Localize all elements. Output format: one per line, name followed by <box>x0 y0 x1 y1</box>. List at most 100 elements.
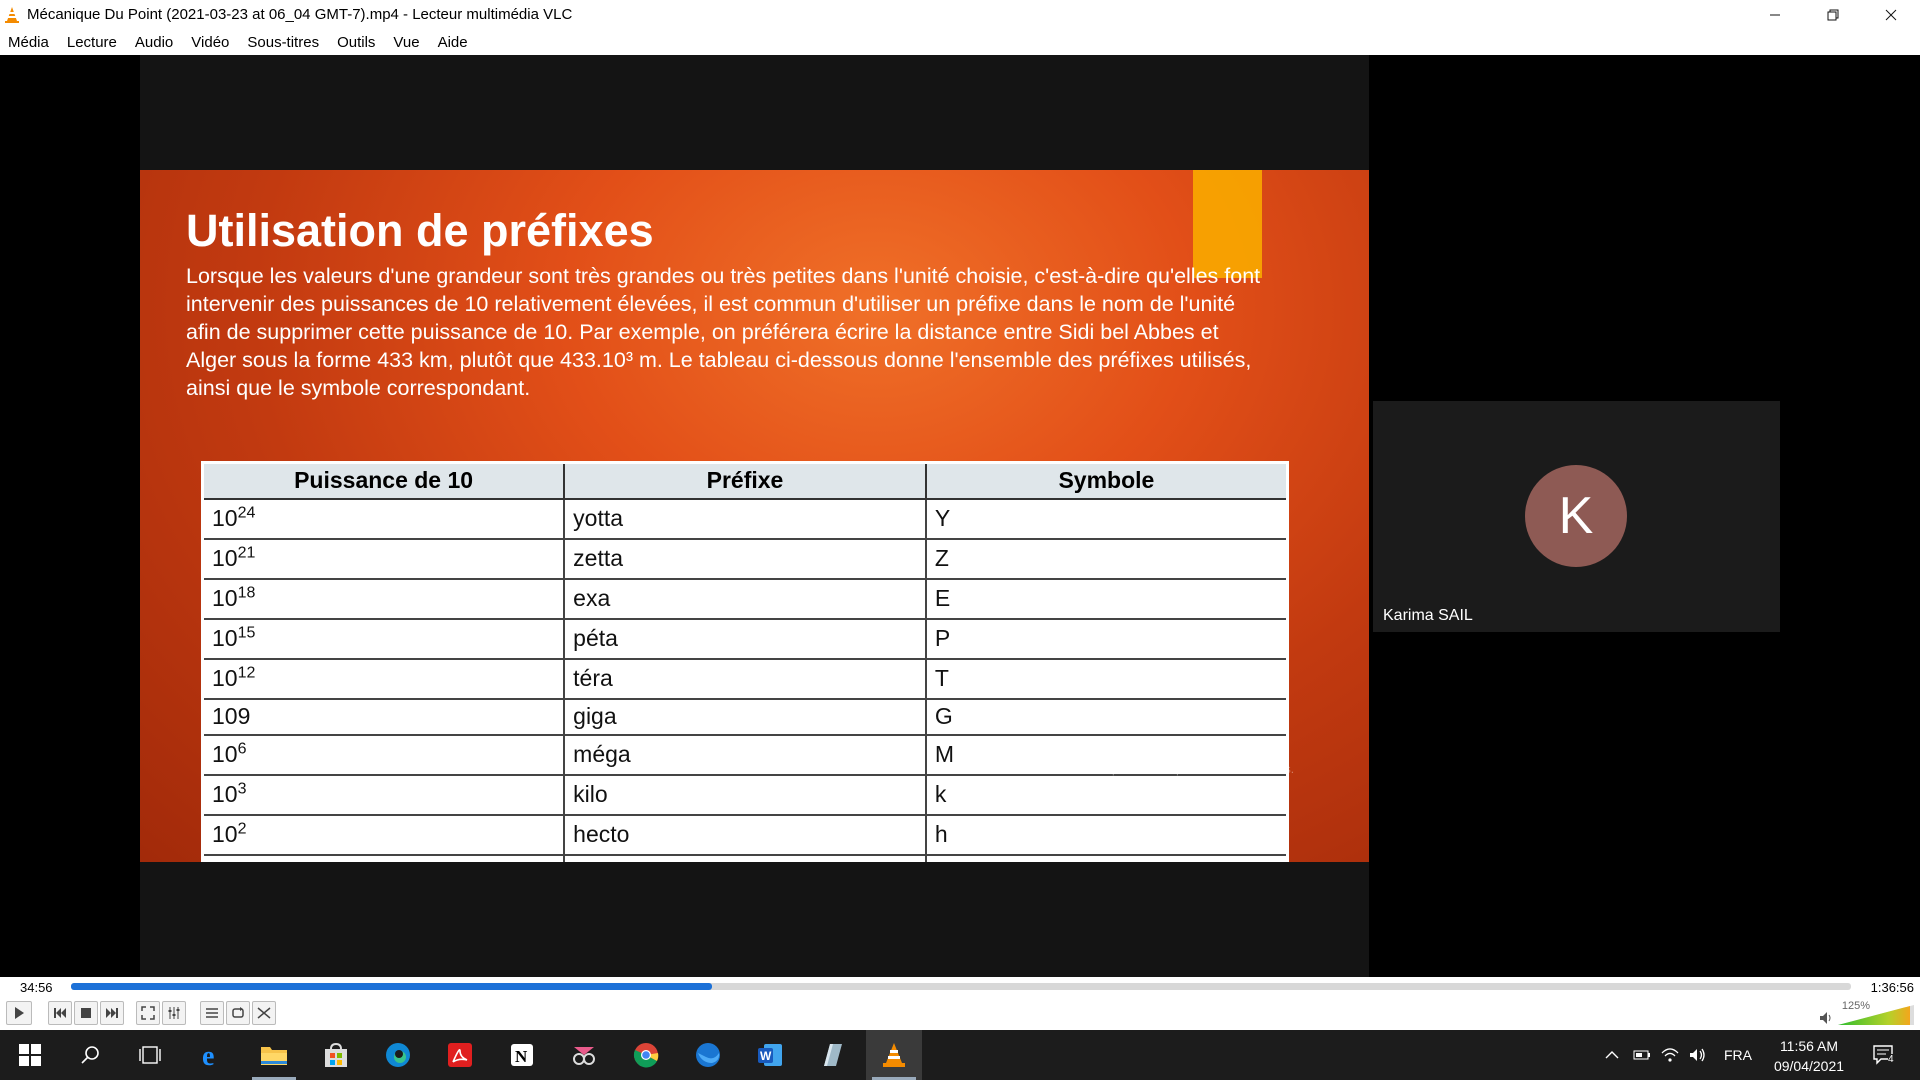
vlc-icon <box>5 6 19 23</box>
taskbar-firefox[interactable] <box>680 1030 736 1080</box>
previous-button[interactable] <box>48 1001 72 1025</box>
participant-tile: K Karima SAIL <box>1373 401 1780 632</box>
snip-sketch-icon <box>573 1047 595 1065</box>
seek-slider[interactable] <box>71 983 1851 990</box>
clock-time: 11:56 AM <box>1779 1038 1839 1054</box>
taskbar-acrobat[interactable] <box>432 1030 488 1080</box>
symbol-cell: k <box>924 773 1289 816</box>
video-area[interactable]: Utilisation de préfixes Lorsque les vale… <box>0 55 1920 977</box>
menu-lecture[interactable]: Lecture <box>61 34 123 51</box>
paragraph-line: intervenir des puissances de 10 relative… <box>186 292 1236 316</box>
windows-activation-watermark: Activer Windows Accédez aux paramètres p… <box>1040 740 1294 776</box>
symbol-cell: Y <box>924 497 1289 540</box>
clock[interactable]: 11:56 AM 09/04/2021 <box>1764 1036 1854 1076</box>
taskbar-microsoft-store[interactable] <box>308 1030 364 1080</box>
taskbar-vlc[interactable] <box>866 1030 922 1080</box>
store-icon <box>325 1042 347 1067</box>
close-button[interactable] <box>1862 0 1920 29</box>
taskbar-chrome[interactable] <box>618 1030 674 1080</box>
taskbar-snip-sketch[interactable] <box>556 1030 612 1080</box>
task-view-icon <box>139 1046 161 1064</box>
firefox-icon <box>696 1043 720 1067</box>
chevron-up-icon <box>1605 1051 1619 1059</box>
fullscreen-button[interactable] <box>136 1001 160 1025</box>
task-view-button[interactable] <box>122 1030 178 1080</box>
power-exponent: 12 <box>237 664 256 682</box>
power-exponent: 3 <box>237 780 247 798</box>
menu-help[interactable]: Aide <box>432 34 474 51</box>
power-base: 109 <box>212 703 251 729</box>
play-button[interactable] <box>6 1001 32 1025</box>
battery-icon <box>1633 1050 1650 1060</box>
volume-slider[interactable] <box>1838 1005 1914 1025</box>
menu-view[interactable]: Vue <box>387 34 425 51</box>
power-base: 10 <box>212 505 238 531</box>
extended-settings-button[interactable] <box>162 1001 186 1025</box>
prefix-cell: hecto <box>563 813 927 856</box>
menu-tools[interactable]: Outils <box>331 34 381 51</box>
table-row: 1021 zetta Z <box>201 537 1289 580</box>
next-button[interactable] <box>100 1001 124 1025</box>
windows-taskbar: e N W FRA 11:56 AM 09/04/2021 4 <box>0 1030 1920 1080</box>
taskbar-word[interactable]: W <box>742 1030 798 1080</box>
prefix-cell: zetta <box>563 537 927 580</box>
symbol-cell: E <box>924 577 1289 620</box>
fullscreen-icon <box>141 1006 155 1020</box>
chrome-icon <box>633 1043 659 1068</box>
stop-button[interactable] <box>74 1001 98 1025</box>
notification-count: 4 <box>1888 1054 1894 1065</box>
symbol-cell: Z <box>924 537 1289 580</box>
loop-button[interactable] <box>226 1001 250 1025</box>
menu-audio[interactable]: Audio <box>129 34 179 51</box>
symbol-cell: h <box>924 813 1289 856</box>
power-cell: 1024 <box>201 497 566 540</box>
taskbar-app[interactable] <box>804 1030 860 1080</box>
network-tray-icon[interactable] <box>1658 1030 1682 1080</box>
taskbar-internet-explorer[interactable]: e <box>184 1030 240 1080</box>
power-exponent: 18 <box>237 584 256 602</box>
taskbar-notion[interactable]: N <box>494 1030 550 1080</box>
table-row: 1018 exa E <box>201 577 1289 620</box>
previous-icon <box>54 1008 66 1018</box>
table-row: 102 hecto h <box>201 813 1289 856</box>
wifi-icon <box>1661 1048 1679 1062</box>
show-hidden-icons-button[interactable] <box>1600 1030 1624 1080</box>
total-time: 1:36:56 <box>1870 980 1914 995</box>
play-icon <box>15 1007 24 1019</box>
paragraph-line: Lorsque les valeurs d'une grandeur sont … <box>186 264 1261 288</box>
seek-progress <box>71 983 712 990</box>
taskbar-file-explorer[interactable] <box>246 1030 302 1080</box>
title-bar: Mécanique Du Point (2021-03-23 at 06_04 … <box>0 0 1920 29</box>
menu-media[interactable]: Média <box>2 34 55 51</box>
volume-tray-icon[interactable] <box>1686 1030 1710 1080</box>
power-cell: 1018 <box>201 577 566 620</box>
power-base: 10 <box>212 585 238 611</box>
prefix-cell: déca <box>563 853 927 862</box>
taskbar-edge[interactable] <box>370 1030 426 1080</box>
presentation-slide: Utilisation de préfixes Lorsque les vale… <box>140 170 1369 862</box>
slide-paragraph: Lorsque les valeurs d'une grandeur sont … <box>186 262 1336 402</box>
language-indicator[interactable]: FRA <box>1716 1030 1760 1080</box>
menu-subtitles[interactable]: Sous-titres <box>241 34 325 51</box>
playlist-button[interactable] <box>200 1001 224 1025</box>
power-cell: 102 <box>201 813 566 856</box>
slide-title: Utilisation de préfixes <box>186 205 654 256</box>
symbol-cell: G <box>924 697 1289 736</box>
menu-video[interactable]: Vidéo <box>185 34 235 51</box>
power-exponent: 21 <box>237 544 256 562</box>
start-button[interactable] <box>2 1030 58 1080</box>
prefix-cell: giga <box>563 697 927 736</box>
clock-date: 09/04/2021 <box>1773 1058 1845 1074</box>
power-exponent: 24 <box>237 504 256 522</box>
minimize-button[interactable] <box>1746 0 1804 29</box>
speaker-icon[interactable] <box>1818 1010 1834 1026</box>
search-button[interactable] <box>62 1030 118 1080</box>
battery-tray-icon[interactable] <box>1630 1030 1654 1080</box>
table-row: 109 giga G <box>201 697 1289 736</box>
table-row: 1024 yotta Y <box>201 497 1289 540</box>
notifications-button[interactable]: 4 <box>1862 1030 1906 1080</box>
power-base: 10 <box>212 781 238 807</box>
shuffle-icon <box>257 1007 271 1019</box>
restore-button[interactable] <box>1804 0 1862 29</box>
shuffle-button[interactable] <box>252 1001 276 1025</box>
